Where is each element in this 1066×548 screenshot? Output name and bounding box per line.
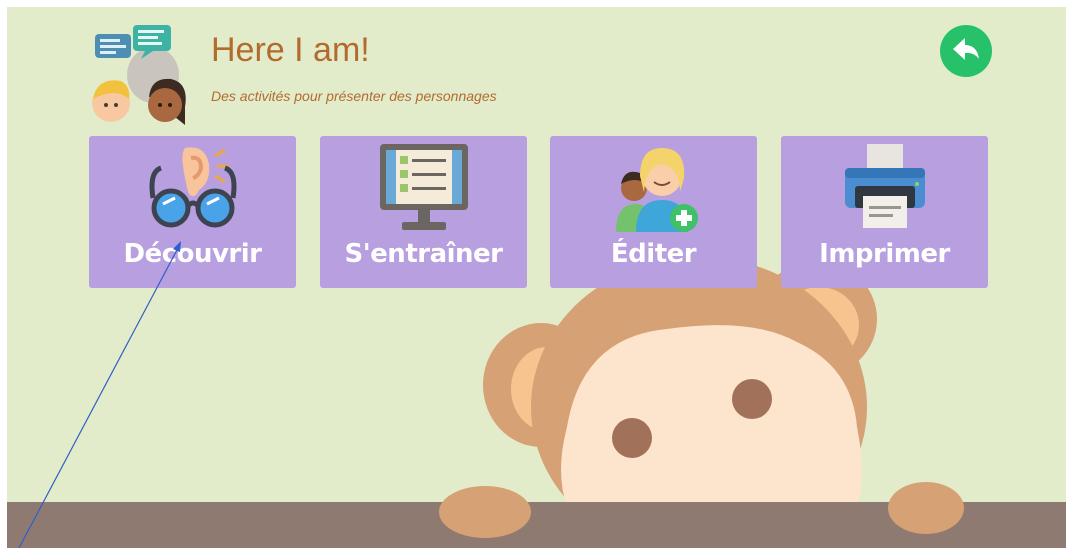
- tile-imprimer-label: Imprimer: [819, 239, 950, 269]
- app-screen: Here I am! Des activités pour présenter …: [0, 0, 1066, 548]
- tile-sentrainer-label: S'entraîner: [344, 239, 503, 269]
- back-button[interactable]: [940, 25, 992, 77]
- page-title: Here I am!: [211, 31, 370, 69]
- printer-icon: [844, 144, 925, 228]
- tile-decouvrir-label: Découvrir: [123, 239, 262, 269]
- back-arrow-icon: [953, 38, 979, 60]
- tile-imprimer[interactable]: Imprimer: [781, 136, 988, 288]
- tile-editer-label: Éditer: [610, 239, 697, 269]
- page-background: Here I am! Des activités pour présenter …: [7, 7, 1066, 548]
- checklist-screen-icon: [379, 144, 468, 230]
- add-user-icon: [615, 148, 698, 232]
- page-subtitle: Des activités pour présenter des personn…: [211, 88, 497, 104]
- speech-bubbles-characters-icon: [92, 25, 186, 125]
- tile-sentrainer[interactable]: S'entraîner: [320, 136, 527, 288]
- tile-editer[interactable]: Éditer: [550, 136, 757, 288]
- ear-glasses-icon: [149, 147, 236, 228]
- tile-decouvrir[interactable]: Découvrir: [89, 136, 296, 288]
